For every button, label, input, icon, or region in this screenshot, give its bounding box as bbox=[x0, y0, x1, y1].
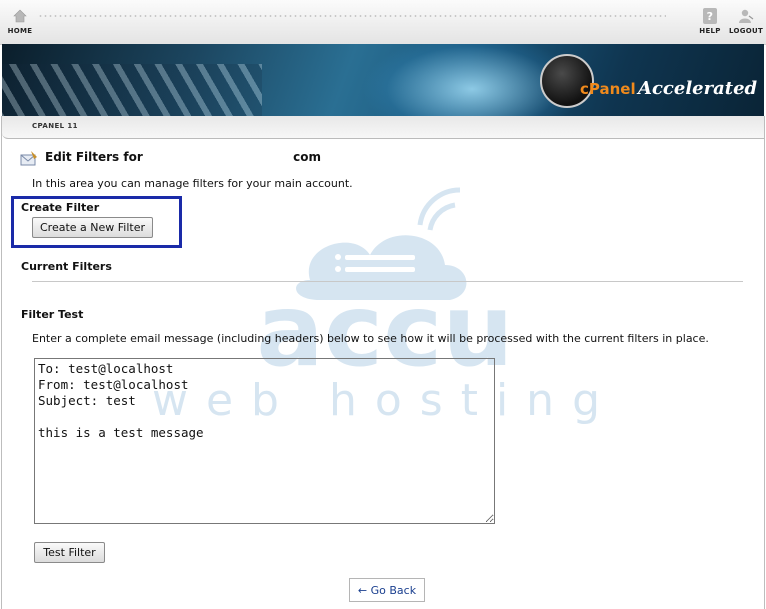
email-filter-icon bbox=[20, 151, 37, 166]
main-content: Edit Filters for com In this area you ca… bbox=[0, 0, 766, 609]
go-back-link[interactable]: ← Go Back bbox=[349, 578, 425, 602]
intro-text: In this area you can manage filters for … bbox=[32, 177, 353, 190]
create-filter-heading: Create Filter bbox=[21, 201, 100, 214]
page-title-prefix: Edit Filters for bbox=[45, 150, 143, 164]
create-new-filter-button[interactable]: Create a New Filter bbox=[32, 217, 153, 238]
test-message-textarea[interactable]: To: test@localhost From: test@localhost … bbox=[34, 358, 495, 524]
current-filters-divider bbox=[32, 281, 743, 282]
current-filters-heading: Current Filters bbox=[21, 260, 112, 273]
filter-test-description: Enter a complete email message (includin… bbox=[32, 332, 709, 345]
test-filter-button[interactable]: Test Filter bbox=[34, 542, 105, 563]
page-title-suffix: com bbox=[293, 150, 321, 164]
filter-test-heading: Filter Test bbox=[21, 308, 84, 321]
page-title: Edit Filters for com bbox=[45, 150, 321, 164]
